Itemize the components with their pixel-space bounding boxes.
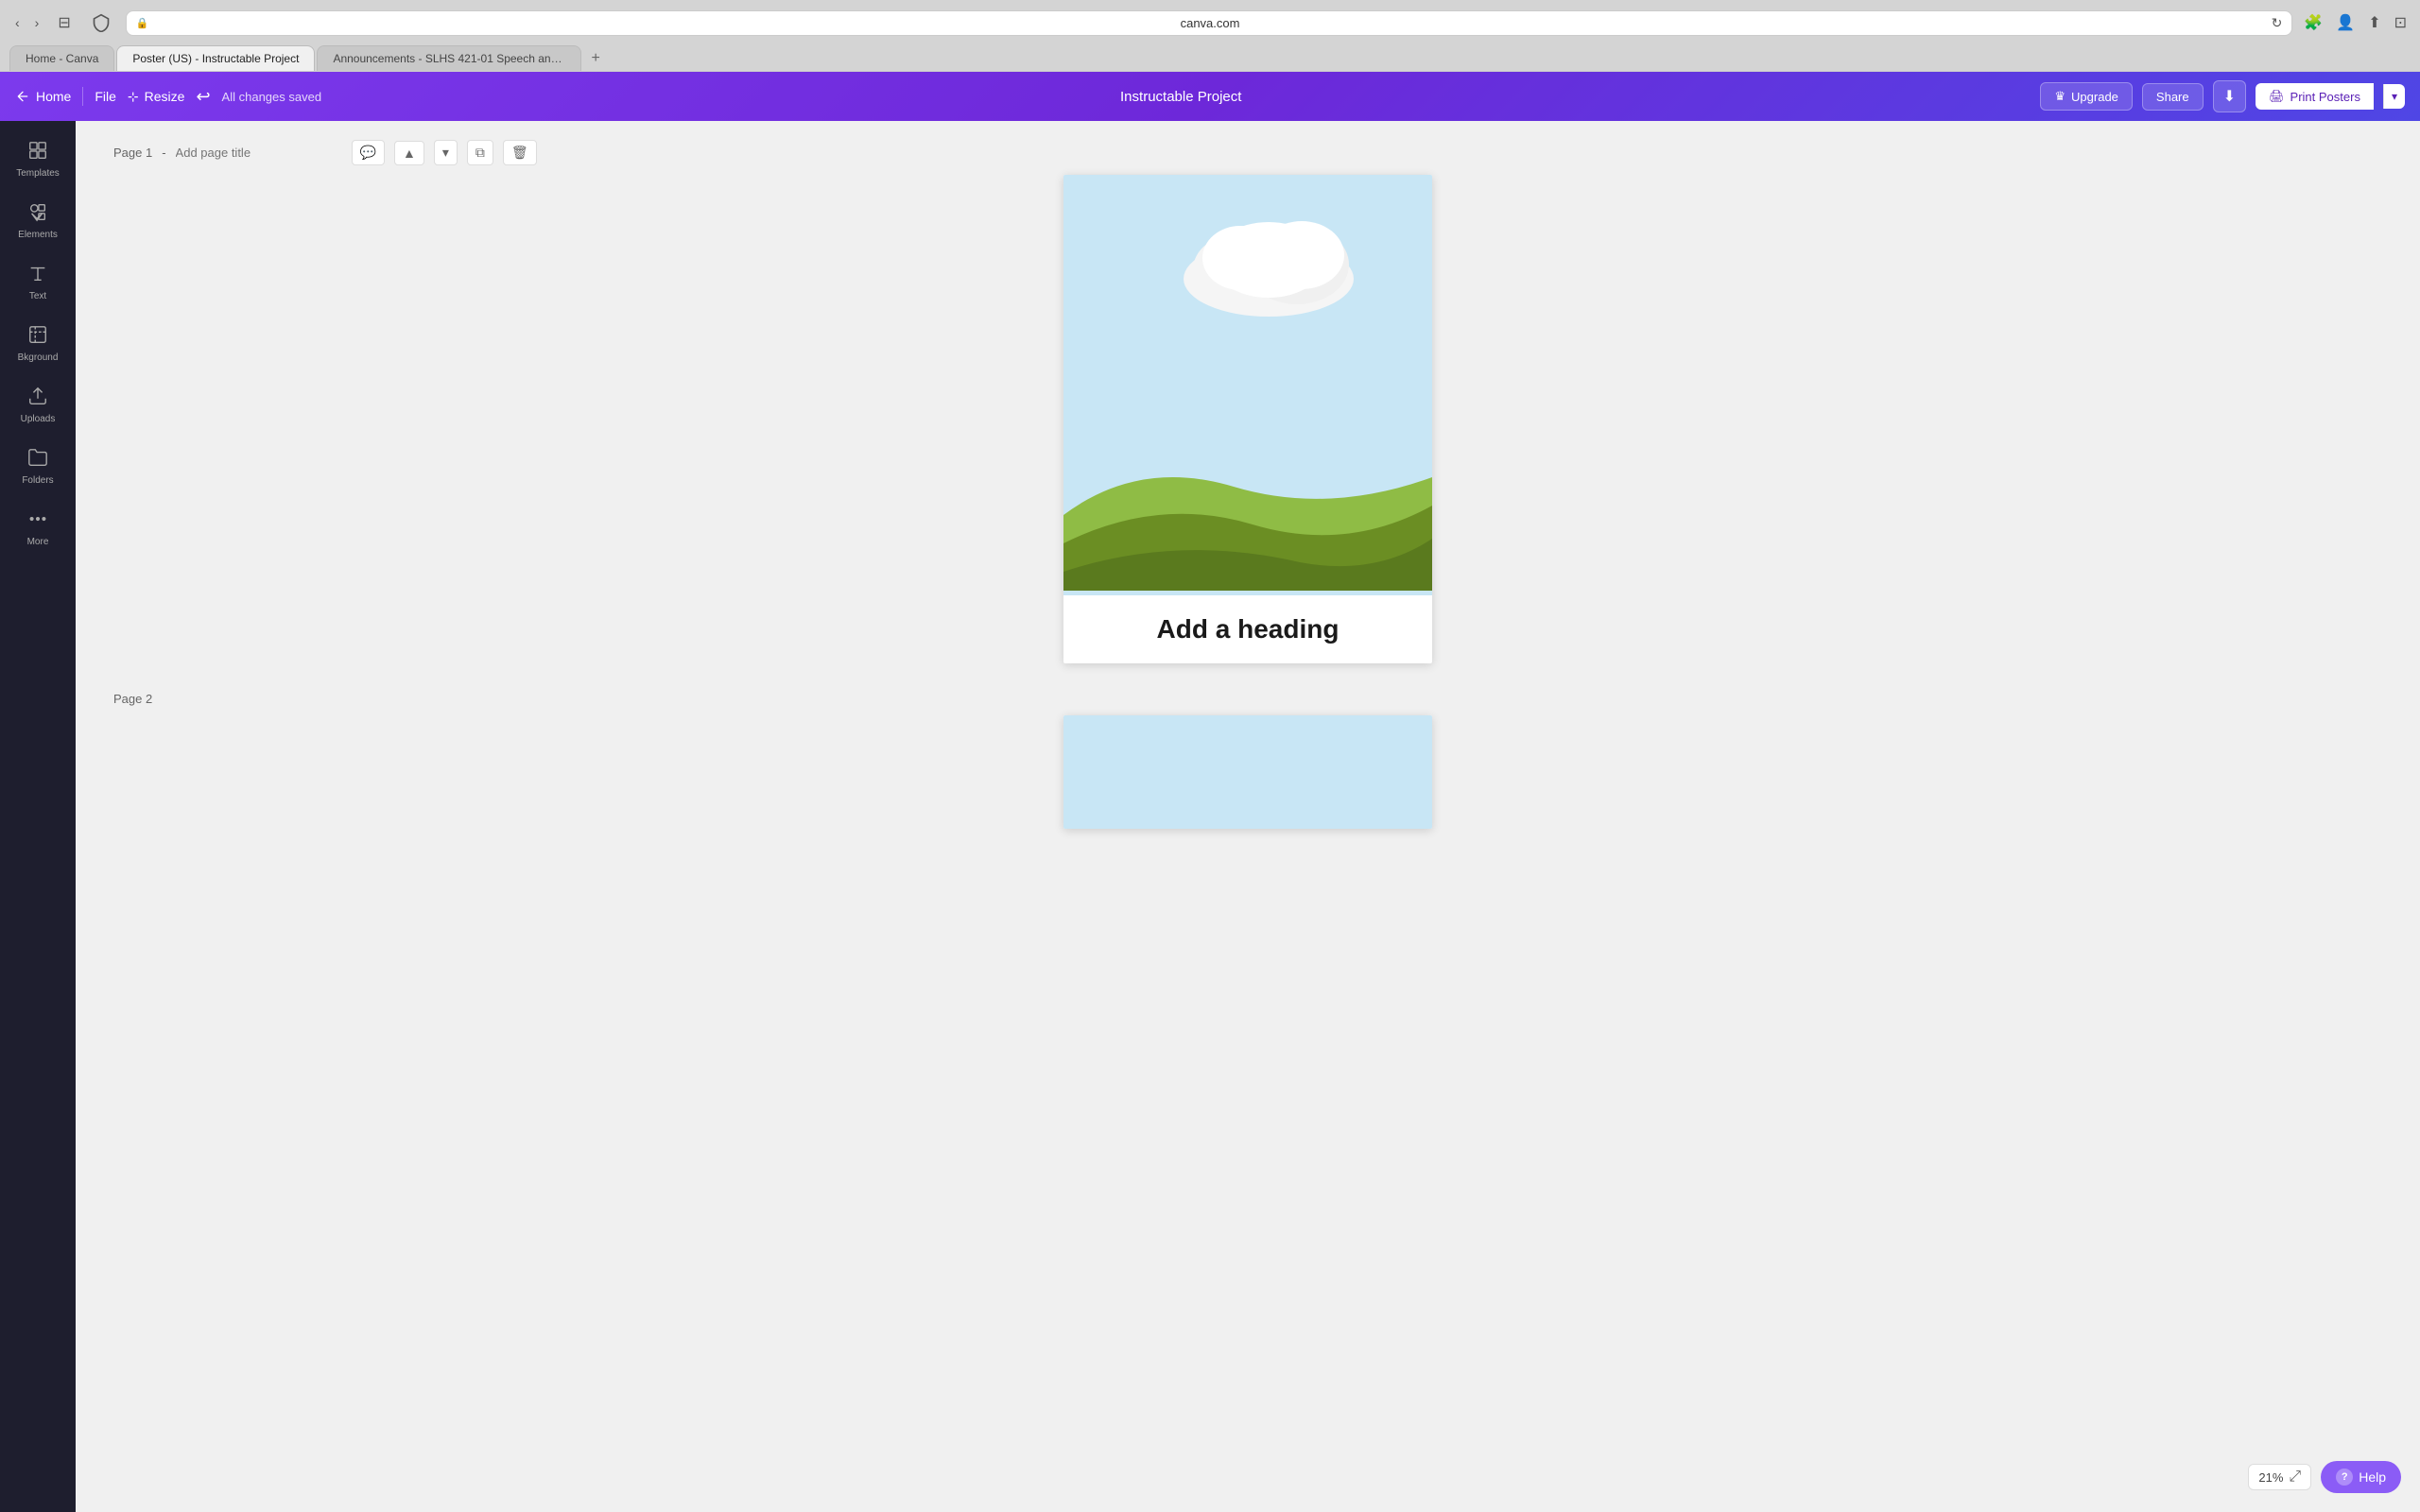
poster-ground xyxy=(1063,402,1432,595)
text-label: Text xyxy=(29,291,46,301)
extensions-button[interactable]: 🧩 xyxy=(2300,9,2326,36)
nav-buttons: ‹ › xyxy=(9,11,44,34)
help-label: Help xyxy=(2359,1469,2386,1485)
page-dash: - xyxy=(162,146,165,160)
resize-icon: ⊹ xyxy=(128,89,139,105)
profile-button[interactable]: 👤 xyxy=(2332,9,2359,36)
print-posters-button[interactable]: 🖨 Print Posters xyxy=(2256,83,2374,110)
uploads-label: Uploads xyxy=(21,414,56,424)
elements-icon xyxy=(27,201,48,226)
upgrade-label: Upgrade xyxy=(2071,90,2118,104)
help-icon: ? xyxy=(2336,1469,2353,1486)
resize-label: Resize xyxy=(145,89,185,104)
sidebar-toggle-button[interactable]: ⊟ xyxy=(52,9,76,36)
project-title: Instructable Project xyxy=(1120,89,1241,105)
zoom-level: 21% xyxy=(2258,1470,2283,1485)
topbar-left: Home File ⊹ Resize ↩ All changes saved xyxy=(15,87,321,107)
topbar-center: Instructable Project xyxy=(337,89,2025,105)
browser-actions: 🧩 👤 ⬆ ⊡ xyxy=(2300,9,2411,36)
poster-illustration xyxy=(1063,175,1432,595)
background-icon xyxy=(27,324,48,349)
upgrade-button[interactable]: ♛ Upgrade xyxy=(2040,82,2133,111)
sidebar-item-elements[interactable]: Elements xyxy=(4,192,72,249)
bottom-bar: 21% ⤢ ? Help xyxy=(2248,1461,2401,1493)
back-button[interactable]: ‹ xyxy=(9,11,26,34)
delete-page-button[interactable]: 🗑 xyxy=(503,140,537,165)
more-label: More xyxy=(27,537,49,547)
folders-icon xyxy=(27,447,48,472)
settings-button[interactable]: ⊡ xyxy=(2391,9,2411,36)
topbar-right: ♛ Upgrade Share ⬇ 🖨 Print Posters ▾ xyxy=(2040,80,2405,112)
canvas-page-2[interactable] xyxy=(1063,715,1432,829)
app: Home File ⊹ Resize ↩ All changes saved I… xyxy=(0,72,2420,1512)
page2-label: Page 2 xyxy=(113,692,152,706)
sidebar-item-more[interactable]: More xyxy=(4,499,72,557)
templates-icon xyxy=(27,140,48,164)
sidebar-item-folders[interactable]: Folders xyxy=(4,438,72,495)
page2-illustration xyxy=(1063,715,1432,829)
home-button[interactable]: Home xyxy=(15,89,71,104)
browser-chrome: ‹ › ⊟ 🔒 ↻ 🧩 👤 ⬆ ⊡ Home - Canva Poster (U… xyxy=(0,0,2420,72)
folders-label: Folders xyxy=(22,475,53,486)
sidebar-item-uploads[interactable]: Uploads xyxy=(4,376,72,434)
duplicate-page-button[interactable]: ⧉ xyxy=(467,140,493,165)
sidebar-item-templates[interactable]: Templates xyxy=(4,130,72,188)
new-tab-button[interactable]: + xyxy=(583,46,607,71)
home-label: Home xyxy=(36,89,71,104)
comment-button[interactable]: 💬 xyxy=(352,140,385,165)
tab-announcements[interactable]: Announcements - SLHS 421-01 Speech and V… xyxy=(317,45,581,71)
expand-button[interactable]: ⤢ xyxy=(2289,1469,2301,1486)
address-bar-container: 🔒 ↻ xyxy=(126,10,2293,36)
tab-poster[interactable]: Poster (US) - Instructable Project xyxy=(116,45,315,71)
topbar: Home File ⊹ Resize ↩ All changes saved I… xyxy=(0,72,2420,121)
page1-label: Page 1 xyxy=(113,146,152,160)
canvas-page-1[interactable]: Add a heading xyxy=(1063,175,1432,663)
print-dropdown-button[interactable]: ▾ xyxy=(2383,84,2405,109)
shield-icon xyxy=(84,6,118,40)
move-up-button[interactable]: ▲ xyxy=(394,141,424,165)
tab-home[interactable]: Home - Canva xyxy=(9,45,114,71)
resize-button[interactable]: ⊹ Resize xyxy=(128,89,185,105)
uploads-icon xyxy=(27,386,48,410)
page1-title-input[interactable] xyxy=(176,146,342,160)
refresh-button[interactable]: ↻ xyxy=(2272,15,2283,31)
download-button[interactable]: ⬇ xyxy=(2213,80,2246,112)
print-label: Print Posters xyxy=(2290,90,2360,104)
lock-icon: 🔒 xyxy=(136,17,149,29)
poster-heading[interactable]: Add a heading xyxy=(1063,595,1432,663)
forward-button[interactable]: › xyxy=(29,11,45,34)
topbar-divider xyxy=(82,87,83,106)
canvas-area[interactable]: Page 1 - 💬 ▲ ▾ ⧉ 🗑 xyxy=(76,121,2420,1512)
browser-toolbar: ‹ › ⊟ 🔒 ↻ 🧩 👤 ⬆ ⊡ xyxy=(0,0,2420,45)
crown-icon: ♛ xyxy=(2054,89,2066,104)
browser-tabs: Home - Canva Poster (US) - Instructable … xyxy=(0,45,2420,71)
page1-controls: Page 1 - 💬 ▲ ▾ ⧉ 🗑 xyxy=(113,140,2382,165)
main-content: Templates Elements xyxy=(0,121,2420,1512)
address-bar-input[interactable] xyxy=(154,16,2265,30)
share-page-button[interactable]: ⬆ xyxy=(2364,9,2384,36)
move-down-button[interactable]: ▾ xyxy=(434,140,458,165)
help-button[interactable]: ? Help xyxy=(2321,1461,2401,1493)
text-icon xyxy=(27,263,48,287)
share-button[interactable]: Share xyxy=(2142,83,2204,111)
more-icon xyxy=(27,508,48,533)
cloud-shape xyxy=(1165,203,1373,321)
print-icon: 🖨 xyxy=(2269,89,2285,104)
zoom-indicator: 21% ⤢ xyxy=(2248,1464,2311,1490)
templates-label: Templates xyxy=(16,168,60,179)
sidebar: Templates Elements xyxy=(0,121,76,1512)
undo-button[interactable]: ↩ xyxy=(196,87,210,107)
background-label: Bkground xyxy=(18,352,59,363)
page2-controls: Page 2 xyxy=(113,692,2382,706)
elements-label: Elements xyxy=(18,230,58,240)
sidebar-item-background[interactable]: Bkground xyxy=(4,315,72,372)
changes-saved-text: All changes saved xyxy=(222,90,322,104)
file-button[interactable]: File xyxy=(95,89,116,104)
sidebar-item-text[interactable]: Text xyxy=(4,253,72,311)
